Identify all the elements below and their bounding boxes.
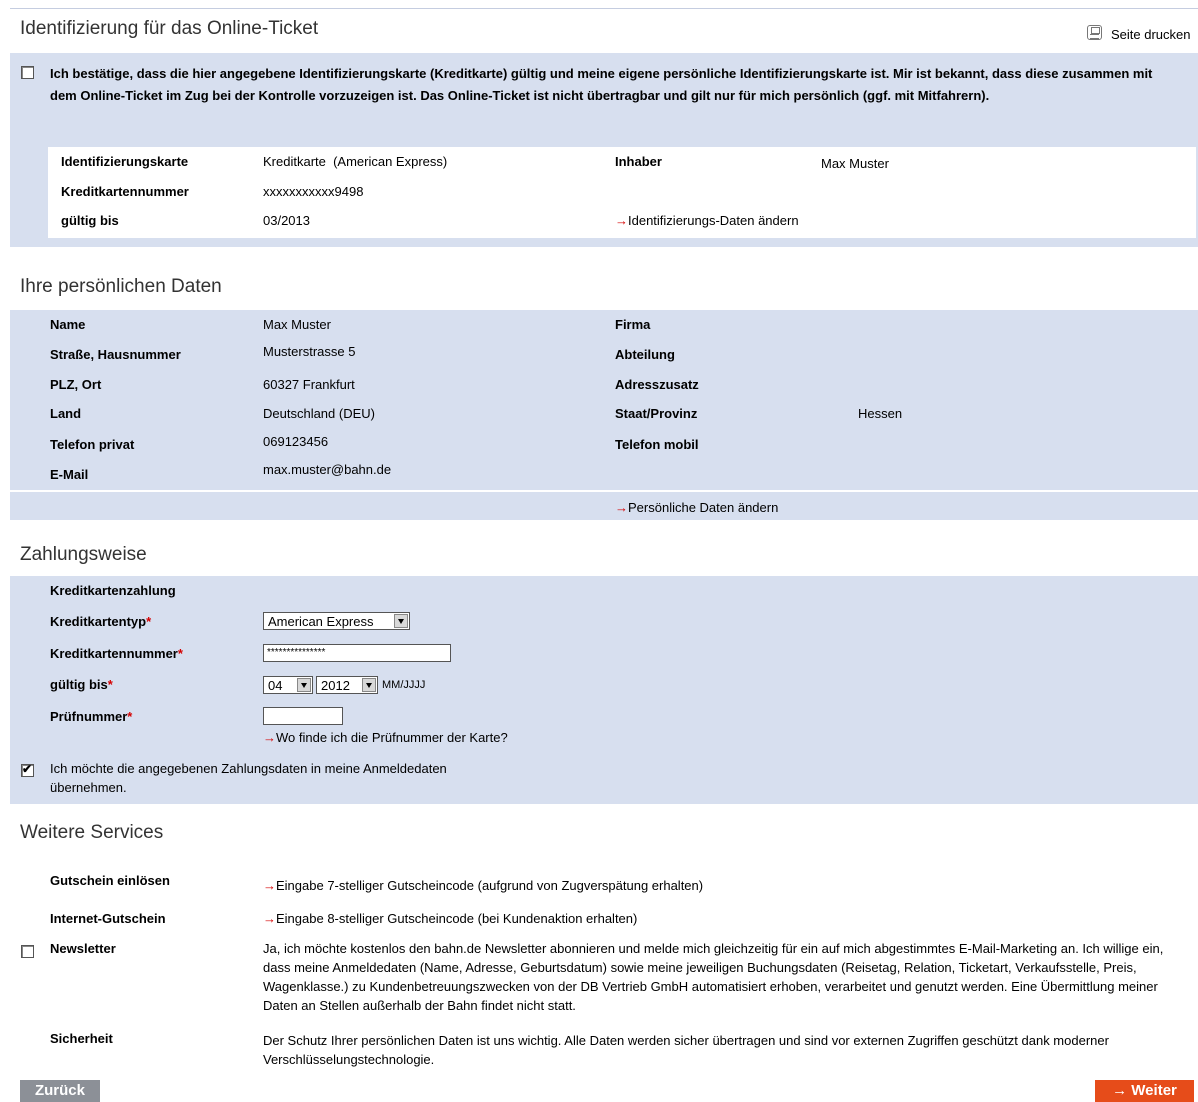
month-value: 04 <box>268 678 283 693</box>
year-select[interactable]: 2012 <box>316 676 378 694</box>
print-label: Seite drucken <box>1111 27 1191 42</box>
date-format-hint: MM/JJJJ <box>382 679 426 691</box>
internet-voucher-label: Internet-Gutschein <box>50 911 166 926</box>
city-label: PLZ, Ort <box>50 377 102 392</box>
confirm-checkbox[interactable] <box>21 66 34 79</box>
newsletter-label: Newsletter <box>50 941 116 956</box>
address-extra-label: Adresszusatz <box>615 377 699 392</box>
month-select[interactable]: 04 <box>263 676 313 694</box>
arrow-right-icon: → <box>263 878 276 893</box>
year-value: 2012 <box>321 678 350 693</box>
cvc-help-link[interactable]: →Wo finde ich die Prüfnummer der Karte? <box>263 730 508 745</box>
phone-label: Telefon privat <box>50 437 135 452</box>
cvc-label: Prüfnummer* <box>50 709 133 724</box>
country-value: Deutschland (DEU) <box>263 406 375 421</box>
street-label: Straße, Hausnummer <box>50 347 181 362</box>
ident-title: Identifizierung für das Online-Ticket <box>20 18 319 39</box>
security-label: Sicherheit <box>50 1031 113 1046</box>
chevron-down-icon <box>362 678 376 692</box>
security-text: Der Schutz Ihrer persönlichen Daten ist … <box>263 1033 1109 1067</box>
ident-valid-value: 03/2013 <box>263 213 310 228</box>
email-label: E-Mail <box>50 467 89 482</box>
ident-owner-value: Max Muster <box>821 156 889 171</box>
newsletter-text: Ja, ich möchte kostenlos den bahn.de New… <box>263 941 1164 1013</box>
department-label: Abteilung <box>615 347 675 362</box>
arrow-right-icon: → <box>263 730 276 745</box>
voucher-label: Gutschein einlösen <box>50 873 170 888</box>
ident-valid-label: gültig bis <box>61 213 119 228</box>
ident-number-value: xxxxxxxxxxx9498 <box>263 184 364 199</box>
confirm-text: Ich bestätige, dass die hier angegebene … <box>50 66 1153 103</box>
company-label: Firma <box>615 317 651 332</box>
back-button[interactable]: Zurück <box>20 1080 100 1102</box>
payment-title: Zahlungsweise <box>20 544 147 565</box>
card-number-label: Kreditkartennummer* <box>50 646 183 661</box>
personal-link-band <box>10 492 1198 520</box>
state-label: Staat/Provinz <box>615 406 698 421</box>
ident-number-label: Kreditkartennummer <box>61 184 189 199</box>
next-button[interactable]: → Weiter <box>1095 1080 1194 1102</box>
ident-card-label: Identifizierungskarte <box>61 154 189 169</box>
personal-title: Ihre persönlichen Daten <box>20 276 222 297</box>
ident-change-link-label[interactable]: Identifizierungs-Daten ändern <box>628 213 799 228</box>
chevron-down-icon <box>297 678 311 692</box>
card-number-input[interactable]: *************** <box>263 644 451 662</box>
chevron-down-icon <box>394 614 408 628</box>
ident-card-value: Kreditkarte (American Express) <box>263 154 448 169</box>
state-value: Hessen <box>858 406 903 421</box>
email-value: max.muster@bahn.de <box>263 462 392 477</box>
voucher-link-label[interactable]: Eingabe 7-stelliger Gutscheincode (aufgr… <box>276 878 703 893</box>
cvc-help-link-label[interactable]: Wo finde ich die Prüfnummer der Karte? <box>276 730 508 745</box>
name-value: Max Muster <box>263 317 331 332</box>
arrow-right-icon: → <box>615 500 628 515</box>
arrow-right-icon: → <box>1112 1082 1128 1099</box>
personal-band <box>10 310 1198 490</box>
internet-voucher-link[interactable]: →Eingabe 8-stelliger Gutscheincode (bei … <box>263 911 637 926</box>
printer-icon <box>1087 25 1102 40</box>
country-label: Land <box>50 406 82 421</box>
cvc-input[interactable] <box>263 707 343 725</box>
street-value: Musterstrasse 5 <box>263 344 356 359</box>
services-title: Weitere Services <box>20 822 164 843</box>
city-value: 60327 Frankfurt <box>263 377 355 392</box>
ident-owner-label: Inhaber <box>615 154 662 169</box>
top-rule <box>10 8 1198 9</box>
card-type-label: Kreditkartentyp* <box>50 614 152 629</box>
ident-change-link[interactable]: →Identifizierungs-Daten ändern <box>615 213 799 228</box>
personal-change-link[interactable]: →Persönliche Daten ändern <box>615 500 778 515</box>
personal-change-link-label[interactable]: Persönliche Daten ändern <box>628 500 778 515</box>
mobile-label: Telefon mobil <box>615 437 699 452</box>
name-label: Name <box>50 317 86 332</box>
arrow-right-icon: → <box>263 911 276 926</box>
card-type-select[interactable]: American Express <box>263 612 410 630</box>
phone-value: 069123456 <box>263 434 329 449</box>
voucher-link[interactable]: →Eingabe 7-stelliger Gutscheincode (aufg… <box>263 878 703 893</box>
card-type-value: American Express <box>268 614 374 629</box>
save-payment-line1: Ich möchte die angegebenen Zahlungsdaten… <box>50 761 447 776</box>
save-payment-checkbox[interactable] <box>21 762 34 777</box>
newsletter-checkbox[interactable] <box>21 945 34 958</box>
arrow-right-icon: → <box>615 213 628 228</box>
internet-voucher-link-label[interactable]: Eingabe 8-stelliger Gutscheincode (bei K… <box>276 911 637 926</box>
payment-method: Kreditkartenzahlung <box>50 583 176 598</box>
card-valid-label: gültig bis* <box>50 677 113 692</box>
next-button-label: Weiter <box>1131 1082 1177 1099</box>
save-payment-line2: übernehmen. <box>50 780 127 795</box>
